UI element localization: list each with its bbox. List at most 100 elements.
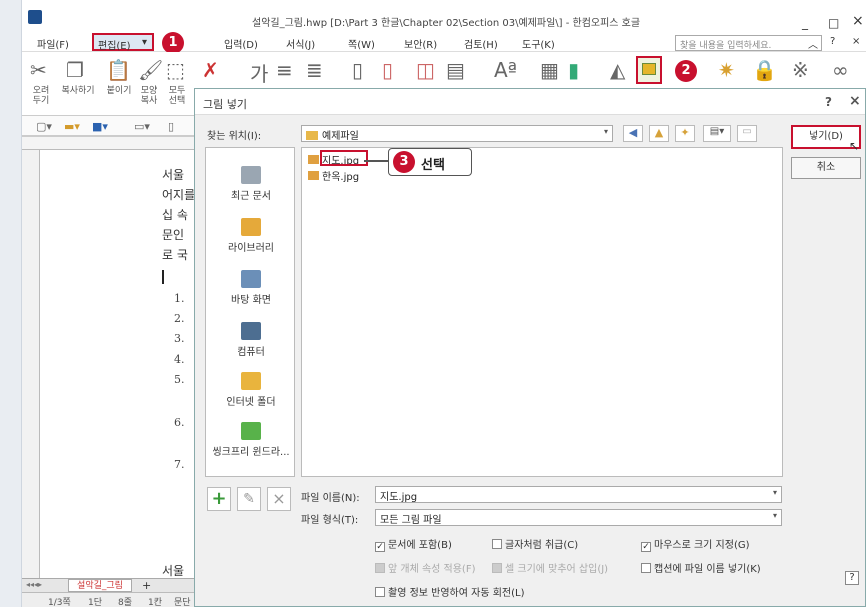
menu-edit-box[interactable]: 편집(E) ▾	[92, 33, 154, 52]
copy-label[interactable]: 복사하기	[56, 86, 100, 96]
up-folder-icon[interactable]: ▲	[649, 125, 669, 142]
help-icon[interactable]: ?	[830, 36, 835, 47]
doc-line-4: 문인	[162, 228, 185, 242]
status-col: 1칸	[148, 598, 163, 608]
title-bar: 설악길_그림.hwp [D:\Part 3 한글\Chapter 02\Sect…	[22, 0, 866, 36]
step2-badge: 2	[675, 60, 697, 82]
layout-icon[interactable]: ▤	[446, 58, 465, 82]
menu-page[interactable]: 쪽(W)	[348, 36, 375, 51]
menu-file[interactable]: 파일(F)	[37, 36, 69, 51]
place-thinkfree[interactable]: 씽크프리 윈드라...	[206, 422, 296, 458]
paste-label[interactable]: 붙이기	[102, 86, 136, 96]
edit-place-button[interactable]: ✎	[237, 487, 261, 511]
checkbox-disabled-icon	[492, 563, 502, 573]
scissors-icon[interactable]: ✂	[30, 58, 47, 82]
dialog-close-icon[interactable]: ×	[849, 93, 861, 109]
format-copy-label[interactable]: 모양 복사	[134, 86, 164, 106]
clear-format-icon[interactable]: ✗	[202, 58, 219, 82]
as-char-label: 글자처럼 취급(C)	[505, 540, 579, 551]
chevron-down-icon: ▾	[603, 127, 608, 136]
step3-callout: 3 선택	[388, 148, 472, 176]
char-map-icon[interactable]: Aª	[494, 58, 517, 82]
tab-document[interactable]: 설악길_그림	[68, 579, 132, 592]
fit-cell-label: 셀 크기에 맞추어 삽입(J)	[505, 564, 609, 575]
menu-close-icon[interactable]: ×	[852, 36, 860, 47]
cut-label[interactable]: 오려 두기	[26, 86, 56, 106]
menu-edit-arrow[interactable]: ▾	[142, 37, 147, 48]
delete-place-button[interactable]: ×	[267, 487, 291, 511]
filetype-select[interactable]: 모든 그림 파일 ▾	[375, 509, 782, 526]
place-library[interactable]: 라이브러리	[206, 218, 296, 254]
place-recent-label: 최근 문서	[231, 191, 271, 202]
print-icon[interactable]: ▭▾	[134, 120, 150, 133]
select-all-icon[interactable]: ⬚	[166, 58, 185, 82]
mouse-pointer-icon: ↖	[849, 139, 860, 153]
cancel-button[interactable]: 취소	[791, 157, 861, 179]
paragraph-icon[interactable]: ≡	[276, 58, 293, 82]
menu-tools[interactable]: 도구(K)	[522, 36, 555, 51]
document-page[interactable]: 서울 어지를 십 속 문인 로 국 1. 2. 3. 4. 5. 6. 7. 서…	[40, 150, 195, 578]
window-title: 설악길_그림.hwp [D:\Part 3 한글\Chapter 02\Sect…	[252, 18, 641, 29]
filename-input[interactable]: 지도.jpg ▾	[375, 486, 782, 503]
file-item-2[interactable]: 한옥.jpg	[308, 168, 359, 183]
mouse-size-checkbox[interactable]: ✓ 마우스로 크기 지정(G)	[641, 536, 750, 552]
add-place-button[interactable]: +	[207, 487, 231, 511]
ribbon-collapse-icon[interactable]: ︿	[808, 36, 818, 51]
copy-icon[interactable]: ❐	[66, 58, 84, 82]
look-in-select[interactable]: 예제파일 ▾	[301, 125, 613, 142]
vertical-ruler	[22, 150, 40, 578]
computer-icon	[241, 322, 261, 340]
binoculars-icon[interactable]: ∞	[832, 58, 849, 82]
tab-add-button[interactable]: +	[142, 579, 151, 592]
new-folder-icon[interactable]: ✦	[675, 125, 695, 142]
select-all-label[interactable]: 모두 선택	[162, 86, 192, 106]
look-in-label: 찾는 위치(I):	[207, 131, 262, 142]
place-internet-folder[interactable]: 인터넷 폴더	[206, 372, 296, 408]
open-icon[interactable]: ▬▾	[64, 120, 80, 133]
rotate-exif-label: 촬영 정보 반영하여 자동 회전(L)	[388, 588, 525, 599]
search-input[interactable]: 찾을 내용을 입력하세요.	[675, 35, 822, 51]
minimize-button[interactable]: _	[802, 16, 808, 30]
rotate-exif-checkbox[interactable]: 촬영 정보 반영하여 자동 회전(L)	[375, 584, 525, 599]
style-icon[interactable]: ≣	[306, 58, 323, 82]
object-icon[interactable]: ✷	[718, 58, 735, 82]
snowflake-icon[interactable]: ※	[792, 58, 809, 82]
caption-name-checkbox[interactable]: 캡션에 파일 이름 넣기(K)	[641, 560, 761, 575]
view-menu-icon[interactable]: ▤▾	[703, 125, 731, 142]
shape-icon[interactable]: ◭	[610, 58, 625, 82]
new-doc-icon[interactable]: ▢▾	[36, 120, 52, 133]
close-button[interactable]: ×	[852, 13, 864, 29]
back-icon[interactable]: ◀	[623, 125, 643, 142]
step3-text: 선택	[421, 158, 445, 173]
menu-security[interactable]: 보안(R)	[404, 36, 437, 51]
dialog-help-icon[interactable]: ?	[825, 95, 832, 109]
margin-icon[interactable]: ▯	[382, 58, 393, 82]
page-icon[interactable]: ▯	[352, 58, 363, 82]
insert-picture-button[interactable]	[636, 56, 662, 84]
left-strip	[0, 0, 22, 607]
preview-toggle-icon[interactable]: ▭	[737, 125, 757, 142]
font-icon[interactable]: 가	[250, 58, 268, 87]
lock-icon[interactable]: 🔒	[752, 58, 777, 82]
menu-insert[interactable]: 입력(D)	[224, 36, 258, 51]
maximize-button[interactable]: □	[828, 16, 839, 30]
columns-icon[interactable]: ◫	[416, 58, 435, 82]
save-icon[interactable]: ■▾	[92, 120, 108, 133]
paste-icon[interactable]: 📋	[106, 58, 131, 82]
menu-review[interactable]: 검토(H)	[464, 36, 498, 51]
as-char-checkbox[interactable]: 글자처럼 취급(C)	[492, 536, 578, 551]
place-desktop[interactable]: 바탕 화면	[206, 270, 296, 306]
chart-icon[interactable]: ▮	[568, 58, 579, 82]
menu-edit[interactable]: 편집(E)	[98, 37, 131, 52]
tab-nav-icons[interactable]: ◂◂◂▸	[26, 580, 42, 589]
format-copy-icon[interactable]: 🖌	[138, 58, 163, 82]
checkbox-checked-icon: ✓	[641, 542, 651, 552]
table-icon[interactable]: ▦	[540, 58, 559, 82]
place-computer[interactable]: 컴퓨터	[206, 322, 296, 358]
place-internet-label: 인터넷 폴더	[226, 397, 276, 408]
preview-icon[interactable]: ▯	[168, 120, 174, 133]
place-recent[interactable]: 최근 문서	[206, 166, 296, 202]
embed-checkbox[interactable]: ✓ 문서에 포함(B)	[375, 536, 452, 552]
dialog-help-button[interactable]: ?	[845, 571, 859, 585]
menu-format[interactable]: 서식(J)	[286, 36, 315, 51]
